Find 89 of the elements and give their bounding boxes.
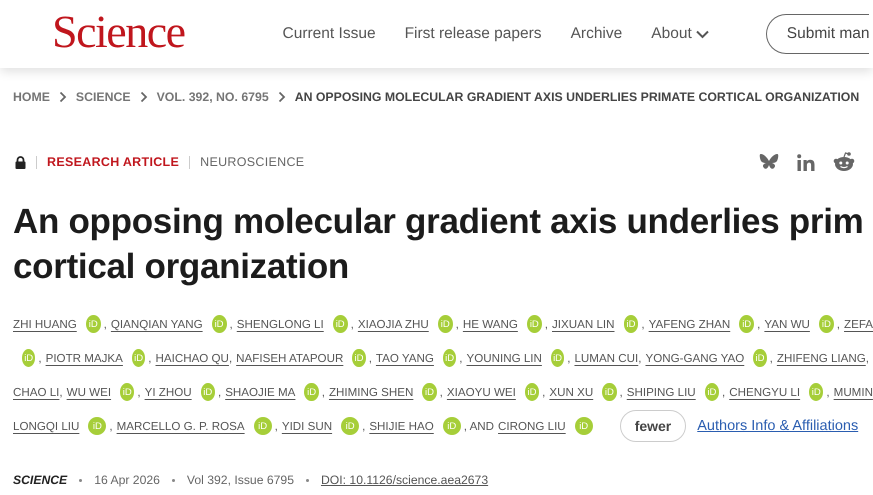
author-link[interactable]: MARCELLO G. P. ROSA xyxy=(116,420,245,432)
author-link[interactable]: WU WEI xyxy=(66,386,112,398)
separator: , xyxy=(641,318,645,330)
submit-button[interactable]: Submit man xyxy=(766,14,870,54)
author-link[interactable]: SHIPING LIU xyxy=(626,386,696,398)
author-link[interactable]: HE WANG xyxy=(462,318,518,330)
issue-info: Vol 392, Issue 6795 xyxy=(186,473,294,487)
separator: , xyxy=(109,420,113,432)
article-section[interactable]: NEUROSCIENCE xyxy=(200,155,304,169)
separator: , xyxy=(362,420,366,432)
separator: , xyxy=(722,386,726,398)
author-link[interactable]: YAN WU xyxy=(764,318,810,330)
author-link[interactable]: PIOTR MAJKA xyxy=(46,352,123,364)
breadcrumb-link[interactable]: SCIENCE xyxy=(76,90,131,104)
author-link[interactable]: XUN XU xyxy=(549,386,594,398)
separator: , xyxy=(218,386,222,398)
doi-link[interactable]: DOI: 10.1126/science.aea2673 xyxy=(320,473,488,487)
nav-link[interactable]: Archive xyxy=(570,25,622,43)
author-link[interactable]: ZHI HUANG xyxy=(13,318,77,330)
author-link[interactable]: SHENGLONG LI xyxy=(236,318,324,330)
separator: , xyxy=(544,318,548,330)
article-type[interactable]: RESEARCH ARTICLE xyxy=(47,155,180,169)
separator: , xyxy=(274,420,278,432)
separator: , xyxy=(38,352,42,364)
separator: , xyxy=(567,352,570,364)
separator: , xyxy=(228,352,232,364)
reddit-icon[interactable] xyxy=(833,152,855,172)
author-link[interactable]: LUMAN CUI xyxy=(574,352,638,364)
separator: , xyxy=(826,386,830,398)
author-link[interactable]: HAICHAO QU xyxy=(156,352,229,364)
author-link[interactable]: YIDI SUN xyxy=(282,420,332,432)
separator: , xyxy=(770,352,773,364)
separator: , xyxy=(104,318,107,330)
separator: , xyxy=(459,352,462,364)
journal-name: SCIENCE xyxy=(13,473,68,487)
separator: , xyxy=(350,318,354,330)
fewer-button[interactable]: fewer xyxy=(620,410,686,442)
separator: , xyxy=(59,386,63,398)
separator: , xyxy=(542,386,546,398)
author-link[interactable]: CHENGYU LI xyxy=(729,386,800,398)
author-link[interactable]: NAFISEH ATAPOUR xyxy=(236,352,344,364)
separator: , xyxy=(230,318,233,330)
separator: , xyxy=(440,386,443,398)
author-link[interactable]: MUMIN xyxy=(834,386,873,398)
article-title: cortical organization xyxy=(13,246,349,288)
chevron-right-icon xyxy=(58,91,67,103)
chevron-right-icon xyxy=(140,91,148,103)
breadcrumb-link[interactable]: VOL. 392, NO. 6795 xyxy=(156,90,269,104)
author-link[interactable]: TAO YANG xyxy=(376,352,434,364)
author-link[interactable]: YI ZHOU xyxy=(144,386,192,398)
separator: , xyxy=(137,386,141,398)
linkedin-icon[interactable] xyxy=(797,154,815,170)
author-link[interactable]: ZEFA xyxy=(844,318,873,330)
publication-date: 16 Apr 2026 xyxy=(94,473,160,487)
separator: , xyxy=(866,352,869,364)
author-link[interactable]: XIAOJIA ZHU xyxy=(358,318,429,330)
author-link[interactable]: CIRONG LIU xyxy=(498,420,566,432)
separator: , AND xyxy=(464,420,494,432)
page-title-crumb: AN OPPOSING MOLECULAR GRADIENT AXIS UNDERLIES PRIMATE CORTICAL ORGANIZATION xyxy=(294,90,860,104)
butterfly-icon[interactable] xyxy=(759,153,779,171)
chevron-down-icon xyxy=(696,30,709,38)
author-link[interactable]: ZHIMING SHEN xyxy=(328,386,414,398)
author-link[interactable]: ZHIFENG LIANG xyxy=(776,352,866,364)
nav-link[interactable]: About xyxy=(651,25,709,43)
author-link[interactable]: YAFENG ZHAN xyxy=(648,318,730,330)
author-link[interactable]: YONG-GANG YAO xyxy=(645,352,744,364)
author-link[interactable]: SHAOJIE MA xyxy=(225,386,296,398)
author-link[interactable]: QIANQIAN YANG xyxy=(110,318,203,330)
author-link[interactable]: XIAOYU WEI xyxy=(446,386,516,398)
separator: , xyxy=(638,352,642,364)
separator: , xyxy=(836,318,840,330)
author-link[interactable]: CHAO LI xyxy=(13,386,60,398)
separator: , xyxy=(322,386,325,398)
author-link[interactable]: YOUNING LIN xyxy=(466,352,542,364)
author-link[interactable]: LONGQI LIU xyxy=(13,420,80,432)
separator: , xyxy=(368,352,372,364)
affiliations-link[interactable]: Authors Info & Affiliations xyxy=(697,418,858,434)
author-link[interactable]: SHIJIE HAO xyxy=(369,420,434,432)
separator: , xyxy=(148,352,152,364)
separator: , xyxy=(620,386,623,398)
breadcrumb-link[interactable]: HOME xyxy=(13,90,50,104)
logo[interactable]: Science xyxy=(52,9,185,55)
separator: , xyxy=(757,318,760,330)
author-link[interactable]: JIXUAN LIN xyxy=(552,318,614,330)
article-title: An opposing molecular gradient axis underlies prim xyxy=(13,201,864,243)
nav-link[interactable]: Current Issue xyxy=(282,25,376,43)
chevron-right-icon xyxy=(278,91,286,103)
nav-link[interactable]: First release papers xyxy=(404,25,542,43)
separator: , xyxy=(456,318,459,330)
